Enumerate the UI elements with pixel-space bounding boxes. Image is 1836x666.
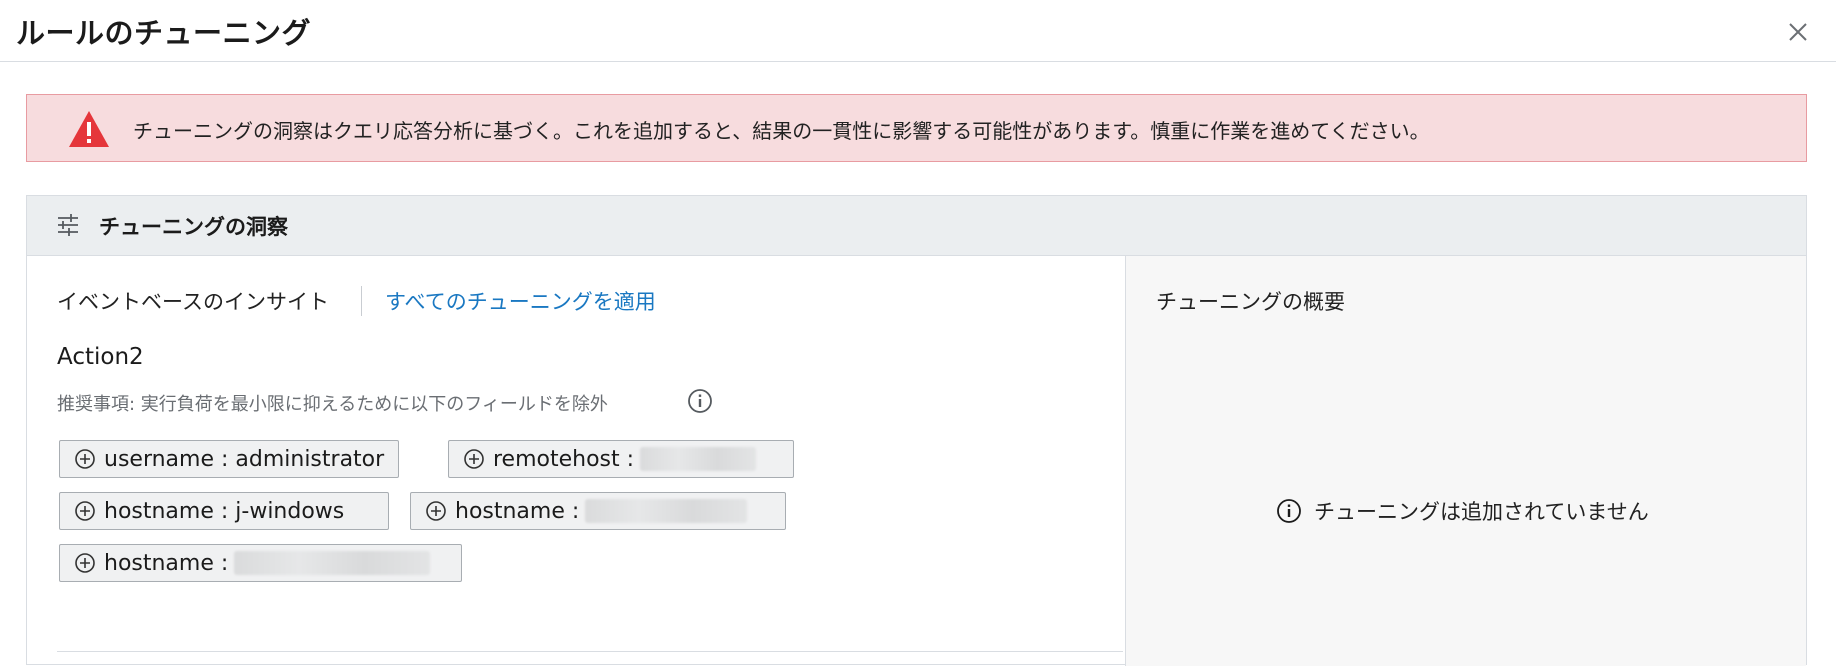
tuning-summary-column: チューニングの概要 チューニングは追加されていません <box>1125 256 1806 666</box>
chip-text: hostname : j-windows <box>104 498 345 524</box>
sliders-icon <box>58 214 78 236</box>
divider <box>57 651 1123 652</box>
field-chip[interactable]: hostname : <box>59 544 462 582</box>
plus-circle-icon <box>75 501 95 521</box>
panel-title: チューニングの洞察 <box>99 215 288 239</box>
warning-alert: チューニングの洞察はクエリ応答分析に基づく。これを追加すると、結果の一貫性に影響… <box>26 94 1807 162</box>
plus-circle-icon <box>426 501 446 521</box>
redacted-value <box>640 447 757 471</box>
recommendation-text: 推奨事項: 実行負荷を最小限に抑えるために以下のフィールドを除外 <box>57 394 608 415</box>
separator <box>361 286 362 316</box>
field-chip[interactable]: hostname : <box>410 492 786 530</box>
chip-text: hostname : <box>104 550 229 576</box>
dialog-title: ルールのチューニング <box>16 16 312 50</box>
insights-column: イベントベースのインサイト すべてのチューニングを適用 Action2 推奨事項… <box>27 256 1125 666</box>
empty-state: チューニングは追加されていません <box>1276 496 1649 526</box>
summary-title: チューニングの概要 <box>1156 290 1345 314</box>
close-icon[interactable] <box>1784 18 1812 46</box>
field-chip[interactable]: remotehost : <box>448 440 794 478</box>
panel-header: チューニングの洞察 <box>27 196 1806 256</box>
redacted-value <box>585 499 748 523</box>
redacted-value <box>234 551 431 575</box>
alert-message: チューニングの洞察はクエリ応答分析に基づく。これを追加すると、結果の一貫性に影響… <box>133 119 1430 143</box>
plus-circle-icon <box>464 449 484 469</box>
warning-triangle-icon <box>69 111 109 147</box>
plus-circle-icon <box>75 449 95 469</box>
info-icon <box>1277 499 1301 523</box>
field-chip[interactable]: hostname : j-windows <box>59 492 389 530</box>
field-chip[interactable]: username : administrator <box>59 440 399 478</box>
action-name: Action2 <box>57 344 144 370</box>
dialog-header: ルールのチューニング <box>0 0 1836 62</box>
plus-circle-icon <box>75 553 95 573</box>
chip-text: remotehost : <box>493 446 635 472</box>
chip-text: username : administrator <box>104 446 385 472</box>
info-icon[interactable] <box>687 388 713 414</box>
empty-state-text: チューニングは追加されていません <box>1314 500 1649 524</box>
chip-text: hostname : <box>455 498 580 524</box>
event-insights-label: イベントベースのインサイト <box>57 290 329 314</box>
tuning-insights-panel: チューニングの洞察 イベントベースのインサイト すべてのチューニングを適用 Ac… <box>26 195 1807 666</box>
apply-all-tuning-link[interactable]: すべてのチューニングを適用 <box>385 286 656 316</box>
